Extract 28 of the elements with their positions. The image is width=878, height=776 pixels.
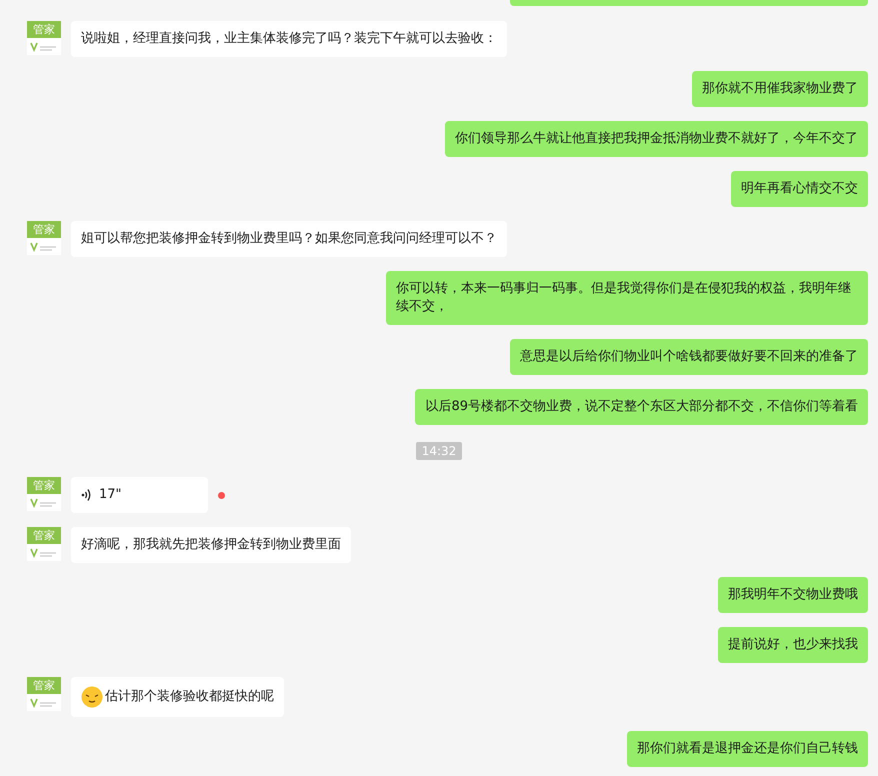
avatar-label: 管家 — [27, 477, 61, 494]
message-bubble: 你可以转，本来一码事归一码事。但是我觉得你们是在侵犯我的权益，我明年继续不交， — [386, 271, 868, 325]
avatar[interactable]: 管家 — [27, 21, 61, 55]
emoji-icon — [81, 686, 103, 708]
avatar-label: 管家 — [27, 677, 61, 694]
message-bubble: 明年再看心情交不交 — [731, 171, 868, 207]
avatar-label: 管家 — [27, 527, 61, 544]
message-bubble: 提前说好，也少来找我 — [718, 627, 868, 663]
voice-duration: 17" — [99, 486, 122, 504]
avatar-label: 管家 — [27, 21, 61, 38]
avatar[interactable]: 管家 — [27, 527, 61, 561]
message-bubble: 意思是以后给你们物业叫个啥钱都要做好要不回来的准备了 — [510, 339, 868, 375]
avatar-label: 管家 — [27, 221, 61, 238]
message-bubble: 那你们就看是退押金还是你们自己转钱 — [627, 731, 868, 767]
message-bubble: 那我明年不交物业费哦 — [718, 577, 868, 613]
voice-message[interactable]: 17" — [71, 477, 208, 513]
avatar[interactable]: 管家 — [27, 477, 61, 511]
message-bubble: 好滴呢，那我就先把装修押金转到物业费里面 — [71, 527, 351, 563]
message-bubble: 那你就不用催我家物业费了 — [692, 71, 868, 107]
message-text: 估计那个装修验收都挺快的呢 — [105, 688, 274, 706]
sound-wave-icon — [81, 488, 91, 502]
avatar[interactable]: 管家 — [27, 221, 61, 255]
avatar[interactable]: 管家 — [27, 677, 61, 711]
message-bubble: 你们领导那么牛就让他直接把我押金抵消物业费不就好了，今年不交了 — [445, 121, 868, 157]
message-bubble: 姐可以帮您把装修押金转到物业费里吗？如果您同意我问问经理可以不？ — [71, 221, 507, 257]
timestamp: 14:32 — [416, 442, 462, 460]
message-bubble: 说啦姐，经理直接问我，业主集体装修完了吗？装完下午就可以去验收： — [71, 21, 507, 57]
message-bubble: 以后89号楼都不交物业费，说不定整个东区大部分都不交，不信你们等着看 — [415, 389, 868, 425]
